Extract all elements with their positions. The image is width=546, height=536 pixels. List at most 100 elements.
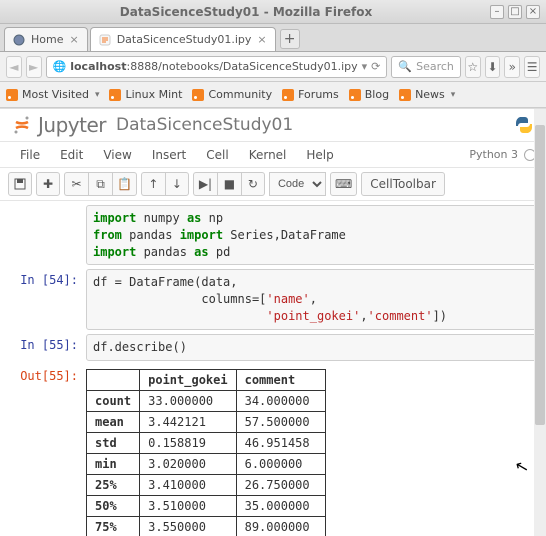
table-header: comment [236, 369, 325, 390]
input-prompt: In [54]: [0, 269, 86, 329]
window-title: DataSicenceStudy01 - Mozilla Firefox [6, 5, 486, 19]
command-palette-button[interactable]: ⌨ [330, 172, 357, 196]
menu-help[interactable]: Help [296, 148, 343, 162]
table-row: std0.15881946.951458 [87, 432, 326, 453]
table-row: 25%3.41000026.750000 [87, 474, 326, 495]
kernel-indicator: Python 3 [469, 148, 536, 161]
browser-tabstrip: Home × DataSicenceStudy01.ipy × + [0, 24, 546, 52]
tab-label: DataSicenceStudy01.ipy [117, 33, 252, 46]
code-cell[interactable]: In [55]: df.describe() [0, 334, 538, 361]
feed-icon [282, 89, 294, 101]
cut-button[interactable]: ✂ [64, 172, 88, 196]
input-prompt [0, 205, 86, 265]
code-input[interactable]: df.describe() [86, 334, 538, 361]
url-host: localhost [70, 60, 126, 73]
home-favicon-icon [13, 34, 25, 46]
table-header: point_gokei [140, 369, 236, 390]
downloads-button[interactable]: ⬇ [485, 56, 501, 78]
feed-icon [399, 89, 411, 101]
table-row: min3.0200006.000000 [87, 453, 326, 474]
jupyter-header: Jupyter DataSicenceStudy01 [0, 109, 546, 142]
window-titlebar: DataSicenceStudy01 - Mozilla Firefox – □… [0, 0, 546, 24]
jupyter-menubar: File Edit View Insert Cell Kernel Help P… [0, 142, 546, 168]
tab-close-icon[interactable]: × [69, 33, 78, 46]
code-cell[interactable]: import numpy as np from pandas import Se… [0, 205, 538, 265]
bookmark-linux-mint[interactable]: Linux Mint [109, 88, 182, 101]
describe-table: point_gokei comment count33.00000034.000… [86, 369, 326, 536]
interrupt-button[interactable]: ■ [217, 172, 241, 196]
kernel-name: Python 3 [469, 148, 518, 161]
output-prompt: Out[55]: [0, 365, 86, 536]
forward-button[interactable]: ► [26, 56, 42, 78]
run-button[interactable]: ▶| [193, 172, 217, 196]
globe-icon: 🌐 [53, 60, 67, 73]
feed-icon [109, 89, 121, 101]
browser-tab-home[interactable]: Home × [4, 27, 88, 51]
page-content: Jupyter DataSicenceStudy01 File Edit Vie… [0, 108, 546, 536]
celltype-select[interactable]: Code [269, 172, 326, 196]
restart-button[interactable]: ↻ [241, 172, 265, 196]
jupyter-logo[interactable]: Jupyter [12, 113, 106, 137]
table-row: 50%3.51000035.000000 [87, 495, 326, 516]
vertical-scrollbar[interactable] [534, 109, 546, 536]
close-window-button[interactable]: × [526, 5, 540, 19]
notebook-name[interactable]: DataSicenceStudy01 [116, 115, 293, 135]
minimize-button[interactable]: – [490, 5, 504, 19]
bookmark-star-button[interactable]: ☆ [465, 56, 481, 78]
overflow-button[interactable]: » [504, 56, 520, 78]
table-row: mean3.44212157.500000 [87, 411, 326, 432]
table-row: count33.00000034.000000 [87, 390, 326, 411]
menu-file[interactable]: File [10, 148, 50, 162]
menu-kernel[interactable]: Kernel [239, 148, 297, 162]
move-down-button[interactable]: ↓ [165, 172, 189, 196]
input-prompt: In [55]: [0, 334, 86, 361]
save-button[interactable] [8, 172, 32, 196]
back-button[interactable]: ◄ [6, 56, 22, 78]
feed-icon [192, 89, 204, 101]
table-header [87, 369, 140, 390]
bookmark-blog[interactable]: Blog [349, 88, 389, 101]
bookmark-community[interactable]: Community [192, 88, 272, 101]
tab-label: Home [31, 33, 63, 46]
bookmarks-bar: Most Visited Linux Mint Community Forums… [0, 82, 546, 108]
search-placeholder: Search [416, 60, 454, 73]
code-input[interactable]: df = DataFrame(data, columns=['name', 'p… [86, 269, 538, 329]
bookmark-forums[interactable]: Forums [282, 88, 339, 101]
reload-button[interactable]: ⟳ [371, 60, 380, 73]
output-cell: Out[55]: point_gokei comment count33.000… [0, 365, 538, 536]
scrollbar-thumb[interactable] [535, 125, 545, 425]
jupyter-logo-icon [12, 115, 32, 135]
python-logo-icon [514, 115, 534, 135]
output-area: point_gokei comment count33.00000034.000… [86, 365, 538, 536]
bookmark-news[interactable]: News [399, 88, 455, 101]
code-cell[interactable]: In [54]: df = DataFrame(data, columns=['… [0, 269, 538, 329]
paste-button[interactable]: 📋 [112, 172, 137, 196]
code-input[interactable]: import numpy as np from pandas import Se… [86, 205, 538, 265]
menu-cell[interactable]: Cell [196, 148, 238, 162]
menu-view[interactable]: View [93, 148, 141, 162]
move-up-button[interactable]: ↑ [141, 172, 165, 196]
notebook-area: import numpy as np from pandas import Se… [0, 201, 546, 536]
new-tab-button[interactable]: + [280, 29, 300, 49]
celltoolbar-button[interactable]: CellToolbar [361, 172, 445, 196]
menu-edit[interactable]: Edit [50, 148, 93, 162]
search-bar[interactable]: 🔍 Search [391, 56, 461, 78]
jupyter-favicon-icon [99, 34, 111, 46]
table-header-row: point_gokei comment [87, 369, 326, 390]
table-row: 75%3.55000089.000000 [87, 516, 326, 536]
jupyter-toolbar: ✚ ✂ ⧉ 📋 ↑ ↓ ▶| ■ ↻ Code ⌨ CellToolbar [0, 168, 546, 201]
feed-icon [349, 89, 361, 101]
feed-icon [6, 89, 18, 101]
add-cell-button[interactable]: ✚ [36, 172, 60, 196]
hamburger-menu-button[interactable]: ☰ [524, 56, 540, 78]
copy-button[interactable]: ⧉ [88, 172, 112, 196]
tab-close-icon[interactable]: × [257, 33, 266, 46]
browser-tab-notebook[interactable]: DataSicenceStudy01.ipy × [90, 27, 276, 51]
menu-insert[interactable]: Insert [142, 148, 196, 162]
reader-mode-icon[interactable]: ▾ [362, 60, 368, 73]
maximize-button[interactable]: □ [508, 5, 522, 19]
url-bar[interactable]: 🌐 localhost:8888/notebooks/DataSicenceSt… [46, 56, 388, 78]
bookmark-most-visited[interactable]: Most Visited [6, 88, 99, 101]
browser-navbar: ◄ ► 🌐 localhost:8888/notebooks/DataSicen… [0, 52, 546, 82]
jupyter-logo-text: Jupyter [38, 113, 106, 137]
